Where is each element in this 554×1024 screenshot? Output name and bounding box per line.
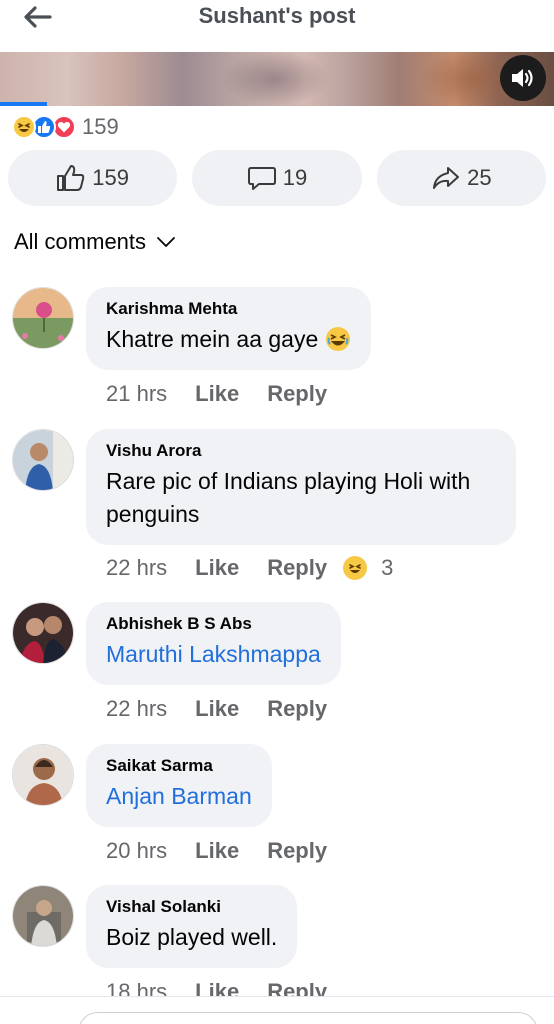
comment-bubble[interactable]: Abhishek B S Abs Maruthi Lakshmappa [86,602,341,685]
comment-meta: 20 hrs Like Reply [106,838,327,864]
comment-meta: 21 hrs Like Reply [106,381,327,407]
share-icon [433,167,460,189]
avatar[interactable] [12,602,74,664]
comment-meta: 22 hrs Like Reply 3 [106,555,393,581]
comment-author[interactable]: Vishu Arora [106,441,496,461]
speaker-icon [512,69,533,87]
comment-author[interactable]: Abhishek B S Abs [106,614,321,634]
app-header: Sushant's post [0,0,554,50]
comment-author[interactable]: Saikat Sarma [106,756,252,776]
comment-time[interactable]: 22 hrs [106,555,167,581]
comment-bubble[interactable]: Saikat Sarma Anjan Barman [86,744,272,827]
chevron-down-icon [157,237,175,247]
comment-time[interactable]: 20 hrs [106,838,167,864]
comment-reply-button[interactable]: Reply [267,555,327,581]
comment-meta: 22 hrs Like Reply [106,696,327,722]
comment-input[interactable] [78,1012,538,1024]
like-button[interactable]: 159 [8,150,178,206]
reaction-count: 159 [82,114,119,139]
comment-bubble[interactable]: Karishma Mehta Khatre mein aa gaye [86,287,371,370]
avatar[interactable] [12,429,74,491]
comment-time[interactable]: 21 hrs [106,381,167,407]
avatar[interactable] [12,287,74,349]
comment-count: 19 [282,165,308,190]
video-frame-shade [220,52,330,106]
avatar[interactable] [12,885,74,947]
comment-icon [247,167,276,190]
comment-reaction-count[interactable]: 3 [381,555,393,581]
comment-bubble[interactable]: Vishal Solanki Boiz played well. [86,885,298,968]
reactions-summary[interactable]: 159 [12,114,119,140]
comment-reply-button[interactable]: Reply [267,838,327,864]
tagged-user-link[interactable]: Maruthi Lakshmappa [106,638,321,671]
haha-icon[interactable] [343,556,368,580]
comment-reply-button[interactable]: Reply [267,696,327,722]
like-count: 159 [92,165,130,190]
share-button[interactable]: 25 [376,150,546,206]
video-progress-bar[interactable] [0,102,48,106]
comment-author[interactable]: Vishal Solanki [106,897,277,917]
avatar[interactable] [12,744,74,806]
comment-reply-button[interactable]: Reply [267,381,327,407]
thumbs-up-icon [57,165,85,191]
comment-filter-label: All comments [14,229,147,254]
comment-text: Khatre mein aa gaye [106,323,351,356]
tagged-user-link[interactable]: Anjan Barman [106,780,252,813]
comment-text: Boiz played well. [106,924,278,950]
comment-like-button[interactable]: Like [195,838,239,864]
comment-like-button[interactable]: Like [195,381,239,407]
comment-filter-dropdown[interactable]: All comments [14,229,176,255]
comment-like-button[interactable]: Like [195,696,239,722]
share-count: 25 [467,165,492,190]
comment-time[interactable]: 22 hrs [106,696,167,722]
sound-toggle-button[interactable] [500,55,546,101]
laughing-emoji-icon [325,327,350,351]
comment-text: Rare pic of Indians playing Holi with pe… [106,468,471,527]
comment-button[interactable]: 19 [192,150,362,206]
haha-icon [12,115,36,139]
post-actions: 159 19 25 [8,150,546,206]
page-title: Sushant's post [198,3,356,28]
video-player[interactable] [0,52,554,106]
comment-like-button[interactable]: Like [195,555,239,581]
comment-bubble[interactable]: Vishu Arora Rare pic of Indians playing … [86,429,516,545]
comment-author[interactable]: Karishma Mehta [106,299,351,319]
